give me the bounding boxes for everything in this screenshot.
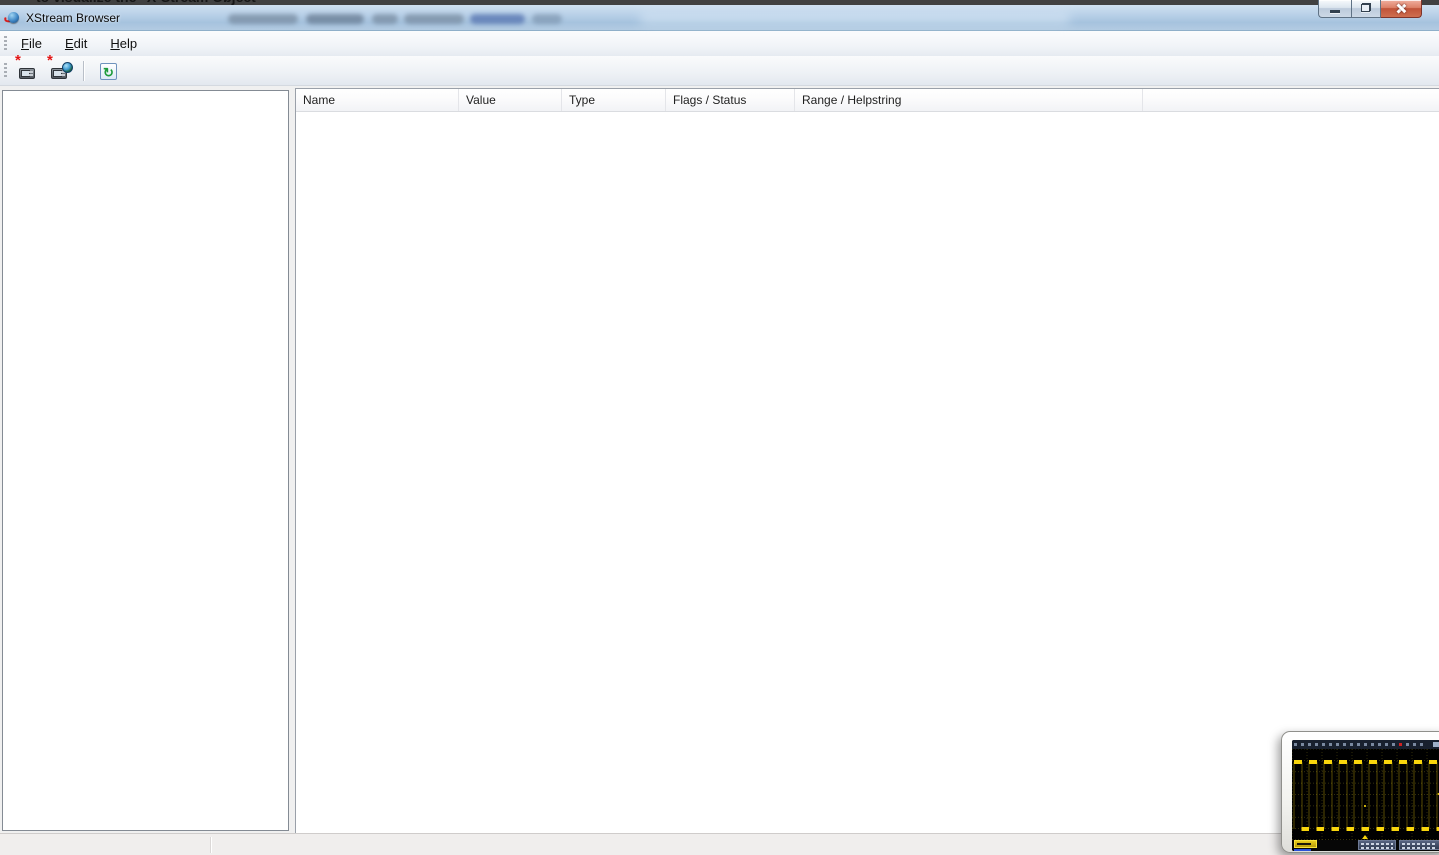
timebase-descriptor-box <box>1358 840 1396 850</box>
ghost-text-artifact <box>372 14 398 24</box>
column-header-filler <box>1143 89 1439 111</box>
column-header-range-helpstring[interactable]: Range / Helpstring <box>795 89 1143 111</box>
app-icon[interactable] <box>3 10 21 26</box>
globe-icon <box>62 61 73 73</box>
menubar-grip-handle[interactable] <box>4 35 7 52</box>
list-header: Name Value Type Flags / Status Range / H… <box>296 89 1439 112</box>
toolbar-separator <box>83 60 84 81</box>
ghost-text-artifact <box>532 14 562 24</box>
toolbar: * * ↻ <box>0 51 1439 86</box>
scope-descriptor-strip <box>1292 840 1439 851</box>
new-asterisk-icon: * <box>47 51 53 69</box>
trigger-position-marker-icon <box>1362 835 1368 839</box>
ghost-text-artifact <box>470 14 525 24</box>
toolbar-grip-handle[interactable] <box>4 62 7 79</box>
ghost-reflection-artifact <box>640 11 1070 25</box>
channel-underline <box>1294 849 1311 851</box>
close-button[interactable] <box>1381 0 1422 18</box>
background-clipped-text: to visualize the "X-Stream Object <box>36 0 256 5</box>
restore-button[interactable] <box>1351 0 1381 18</box>
menubar: File Edit Help <box>0 31 1439 56</box>
properties-list-panel: Name Value Type Flags / Status Range / H… <box>295 88 1439 833</box>
statusbar-right <box>16 834 32 855</box>
app-icon-globe <box>8 12 19 23</box>
scope-record-dot <box>1399 743 1402 746</box>
scope-screen <box>1292 740 1439 851</box>
list-body[interactable] <box>296 112 1439 833</box>
column-header-value[interactable]: Value <box>459 89 562 111</box>
menu-help[interactable]: Help <box>101 33 146 54</box>
minimize-button[interactable] <box>1318 0 1351 18</box>
new-asterisk-icon: * <box>15 51 21 69</box>
close-icon <box>1395 3 1407 14</box>
window-title: XStream Browser <box>26 11 121 25</box>
new-connection-network-instrument-button[interactable]: * <box>47 51 73 83</box>
minimize-icon <box>1330 10 1340 13</box>
instrument-tree-panel[interactable] <box>2 90 289 831</box>
ghost-text-artifact <box>404 14 464 24</box>
column-header-type[interactable]: Type <box>562 89 666 111</box>
scope-menubar-artifact <box>1292 740 1439 749</box>
window-controls <box>1318 0 1422 19</box>
menu-file[interactable]: File <box>12 33 51 54</box>
titlebar[interactable]: XStream Browser <box>0 5 1439 31</box>
statusbar-separator <box>210 837 211 853</box>
new-connection-instrument-button[interactable]: * <box>15 51 41 83</box>
statusbar-left <box>0 834 16 855</box>
channel-descriptor-box <box>1294 840 1317 848</box>
menu-edit[interactable]: Edit <box>56 33 96 54</box>
scope-waveform-graticule <box>1292 749 1439 840</box>
trigger-descriptor-box <box>1399 840 1439 850</box>
column-header-flags-status[interactable]: Flags / Status <box>666 89 795 111</box>
scope-preview-window[interactable] <box>1281 731 1439 853</box>
column-header-name[interactable]: Name <box>296 89 459 111</box>
background-window-artifact: to visualize the "X-Stream Object <box>0 0 1439 5</box>
instrument-new-icon <box>19 67 35 79</box>
statusbar <box>0 833 1439 855</box>
restore-icon <box>1361 4 1370 12</box>
refresh-icon: ↻ <box>100 62 117 80</box>
scope-menu-corner <box>1433 742 1439 747</box>
ghost-text-artifact <box>306 14 364 24</box>
refresh-button[interactable]: ↻ <box>96 59 122 83</box>
ghost-text-artifact <box>228 14 298 24</box>
